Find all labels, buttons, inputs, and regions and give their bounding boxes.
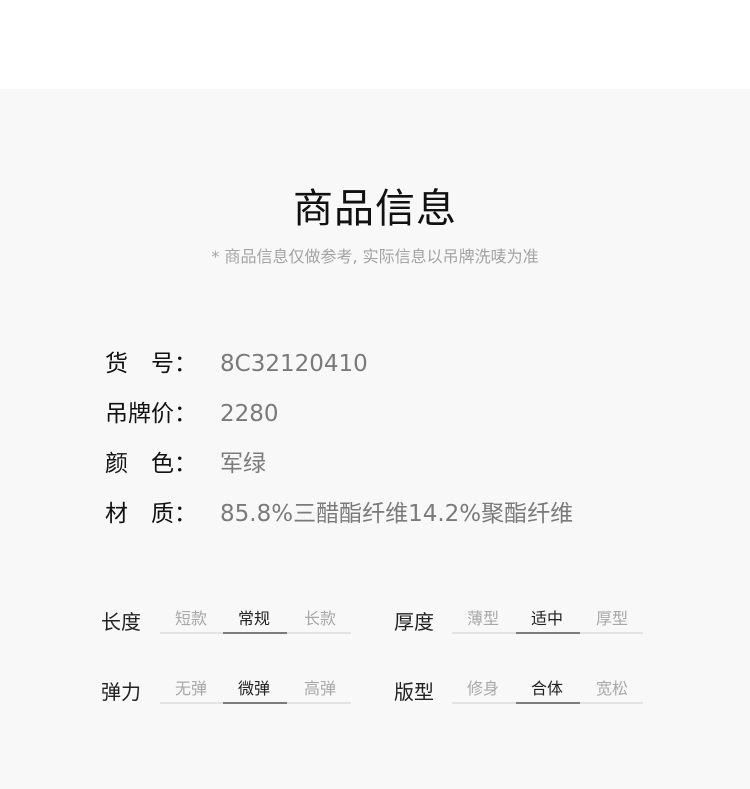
info-label: 颜 色： [105,451,197,477]
length-option-long: 长款 [303,609,336,628]
length-option-regular: 常规 [237,609,270,628]
attr-label-thickness: 厚度 [394,610,434,634]
info-label: 吊牌价： [105,401,197,427]
length-scale-indicator [223,632,287,634]
info-label: 材 质： [105,501,197,527]
attr-label-length: 长度 [101,610,141,634]
elasticity-scale-indicator [223,702,287,704]
fit-option-loose: 宽松 [595,679,628,698]
fit-scale-indicator [516,702,580,704]
top-band [0,0,750,89]
thickness-option-thick: 厚型 [595,609,628,628]
thickness-option-medium: 适中 [530,609,563,628]
info-value: 8C32120410 [220,351,368,377]
info-label: 货 号： [105,351,197,377]
info-value: 军绿 [220,451,266,477]
elasticity-option-slight: 微弹 [237,679,270,698]
attr-label-fit: 版型 [394,680,434,704]
section-subtitle: * 商品信息仅做参考, 实际信息以吊牌洗唛为准 [211,247,539,266]
elasticity-option-high: 高弹 [303,679,336,698]
thickness-option-thin: 薄型 [466,609,499,628]
thickness-scale-indicator [516,632,580,634]
section-title: 商品信息 [293,186,457,232]
attr-label-elasticity: 弹力 [101,680,141,704]
info-value: 85.8%三醋酯纤维14.2%聚酯纤维 [220,501,574,527]
elasticity-option-none: 无弹 [174,679,207,698]
length-option-short: 短款 [174,609,207,628]
info-value: 2280 [220,401,279,427]
fit-option-regular: 合体 [530,679,563,698]
fit-option-slim: 修身 [466,679,499,698]
